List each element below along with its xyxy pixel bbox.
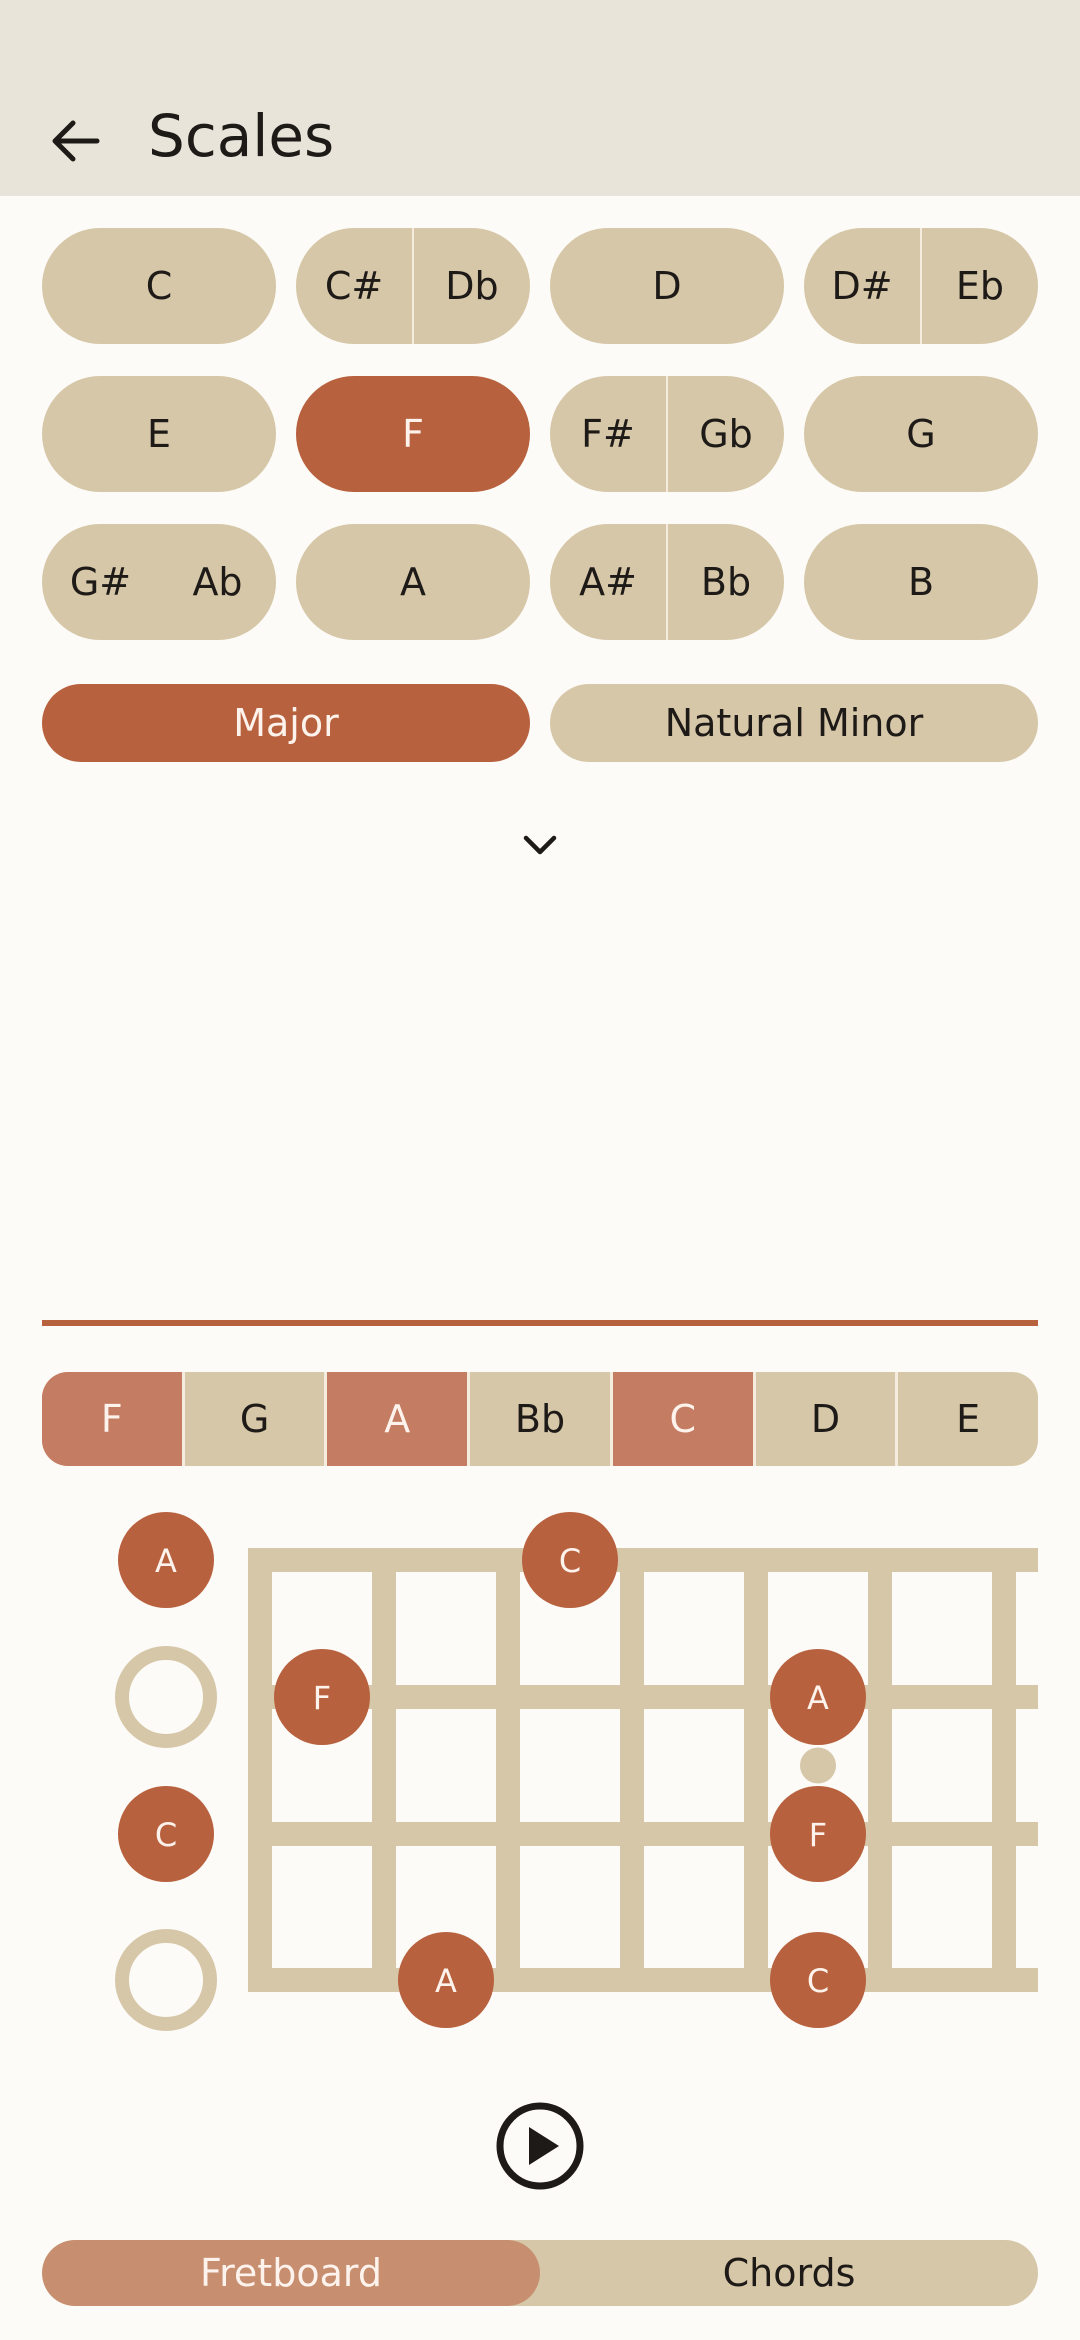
key-label: C xyxy=(145,264,173,308)
fretboard-grid xyxy=(248,1548,1038,1992)
key-half-d-flat[interactable]: Db xyxy=(414,228,530,344)
fret-line xyxy=(868,1548,892,1992)
key-button-g-sharp-a-flat[interactable]: G# Ab xyxy=(42,524,276,640)
back-button[interactable] xyxy=(30,96,120,186)
fret-line xyxy=(744,1548,768,1992)
key-button-d-sharp-e-flat[interactable]: D# Eb xyxy=(804,228,1038,344)
key-button-c-sharp-d-flat[interactable]: C# Db xyxy=(296,228,530,344)
scale-note-f[interactable]: F xyxy=(42,1372,185,1466)
note-marker-label: F xyxy=(313,1679,331,1717)
fretboard: AC CF AFA C xyxy=(115,1512,1038,2031)
scale-note-g[interactable]: G xyxy=(185,1372,328,1466)
key-half-c-sharp[interactable]: C# xyxy=(296,228,414,344)
scale-notes-row: F G A Bb C D E xyxy=(42,1372,1038,1466)
key-button-g[interactable]: G xyxy=(804,376,1038,492)
open-string-empty[interactable] xyxy=(115,1929,217,2031)
open-string-label: C xyxy=(155,1816,177,1854)
view-tabs: Fretboard Chords xyxy=(42,2240,1038,2306)
tab-chords[interactable]: Chords xyxy=(540,2240,1038,2306)
play-circle-icon[interactable] xyxy=(494,2100,586,2192)
arrow-left-icon xyxy=(52,120,100,162)
key-label: B xyxy=(907,560,935,604)
note-marker-label: A xyxy=(807,1679,829,1717)
mode-natural-minor-button[interactable]: Natural Minor xyxy=(550,684,1038,762)
key-button-a[interactable]: A xyxy=(296,524,530,640)
key-half-b-flat[interactable]: Bb xyxy=(668,524,784,640)
scale-note-c[interactable]: C xyxy=(612,1372,756,1466)
app-bar: Scales xyxy=(0,0,1080,196)
key-button-b[interactable]: B xyxy=(804,524,1038,640)
key-button-f-sharp-g-flat[interactable]: F# Gb xyxy=(550,376,784,492)
chevron-down-icon[interactable] xyxy=(522,832,558,860)
key-label: D xyxy=(652,264,682,308)
note-markers: C F A F A C xyxy=(274,1512,866,2028)
key-label: E xyxy=(146,412,171,456)
note-marker-label: C xyxy=(559,1542,581,1580)
inlay-dot xyxy=(800,1747,836,1784)
note-marker-label: F xyxy=(809,1816,827,1854)
key-half-g-sharp[interactable]: G# xyxy=(42,524,159,640)
key-label: A xyxy=(400,560,426,604)
page-title: Scales xyxy=(148,102,335,170)
key-half-g-flat[interactable]: Gb xyxy=(668,376,784,492)
mode-major-button[interactable]: Major xyxy=(42,684,530,762)
key-half-d-sharp[interactable]: D# xyxy=(804,228,922,344)
key-button-f[interactable]: F xyxy=(296,376,530,492)
key-half-a-flat[interactable]: Ab xyxy=(159,524,276,640)
fret-line xyxy=(496,1548,520,1992)
key-half-a-sharp[interactable]: A# xyxy=(550,524,668,640)
key-button-a-sharp-b-flat[interactable]: A# Bb xyxy=(550,524,784,640)
key-button-d[interactable]: D xyxy=(550,228,784,344)
note-marker-label: C xyxy=(807,1962,829,2000)
scale-note-d[interactable]: D xyxy=(756,1372,899,1466)
nut xyxy=(248,1548,272,1992)
note-marker-label: A xyxy=(435,1962,457,2000)
section-divider xyxy=(42,1320,1038,1326)
scale-note-a[interactable]: A xyxy=(327,1372,471,1466)
fret-line xyxy=(992,1548,1016,1992)
key-label: G xyxy=(906,412,936,456)
key-label: F xyxy=(402,412,424,456)
key-button-c[interactable]: C xyxy=(42,228,276,344)
open-string-label: A xyxy=(155,1542,177,1580)
fret-line xyxy=(620,1548,644,1992)
key-half-f-sharp[interactable]: F# xyxy=(550,376,668,492)
open-string-empty[interactable] xyxy=(115,1646,217,1748)
key-button-e[interactable]: E xyxy=(42,376,276,492)
tab-fretboard[interactable]: Fretboard xyxy=(42,2240,540,2306)
scale-note-b-flat[interactable]: Bb xyxy=(470,1372,613,1466)
fret-line xyxy=(372,1548,396,1992)
open-strings: AC xyxy=(115,1512,217,2031)
key-half-e-flat[interactable]: Eb xyxy=(922,228,1038,344)
scale-note-e[interactable]: E xyxy=(898,1372,1038,1466)
